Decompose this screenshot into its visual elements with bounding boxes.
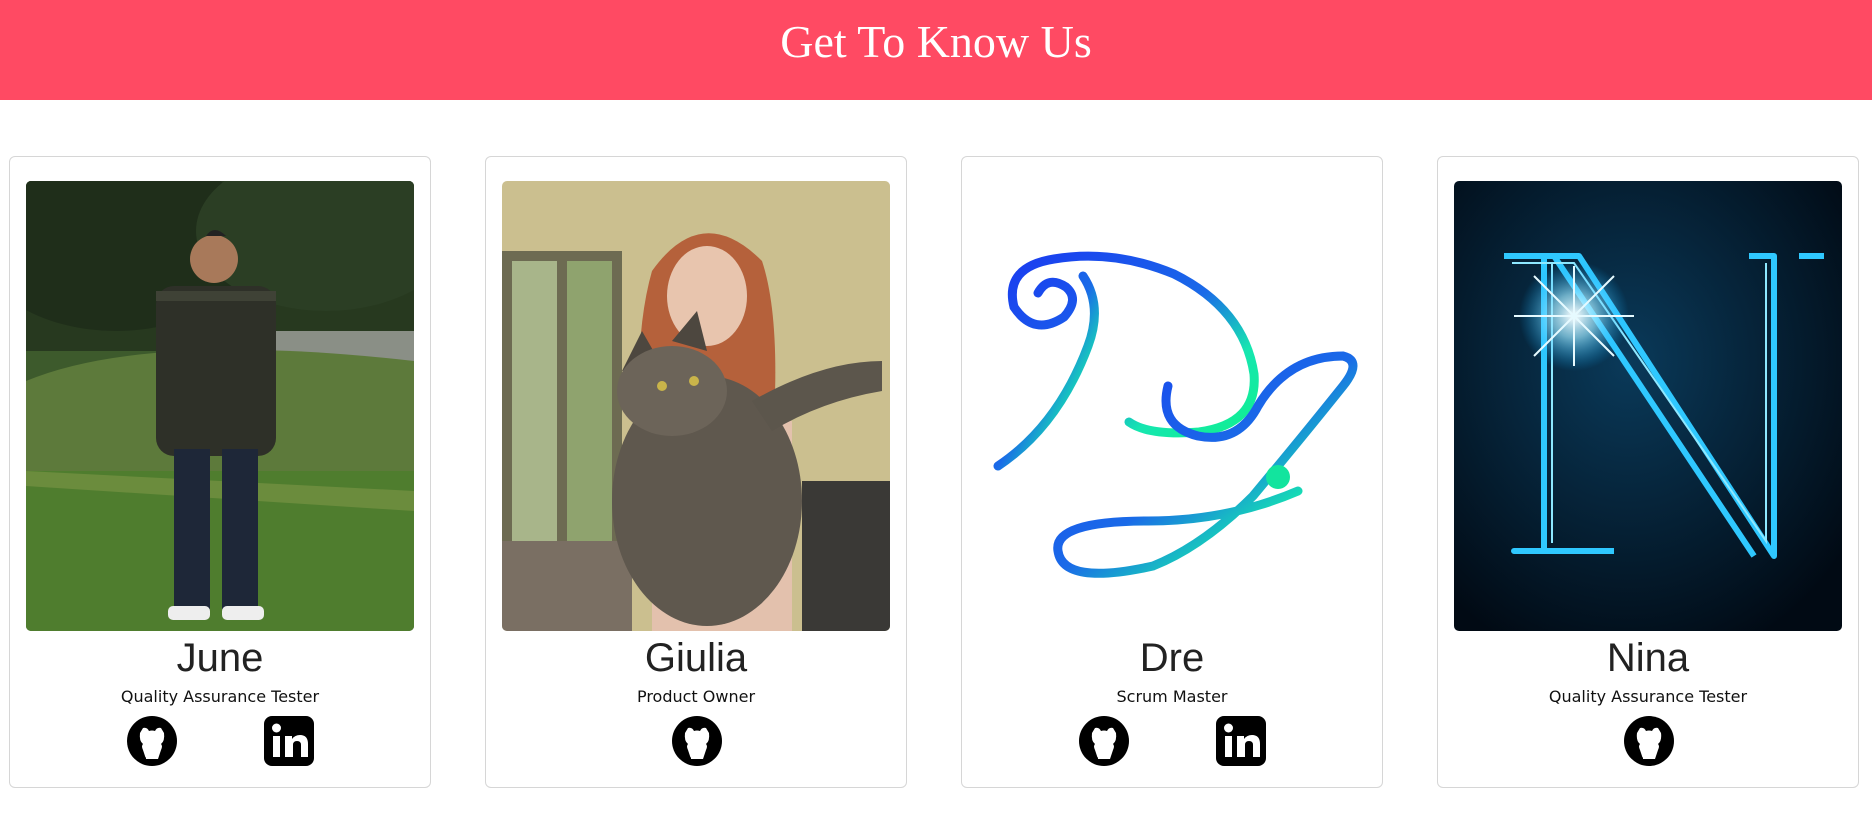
member-name: Giulia [644,636,748,680]
github-link[interactable] [1078,715,1130,767]
team-card-june: June Quality Assurance Tester [9,156,431,788]
profile-photo-dre [978,181,1366,631]
member-role: Product Owner [636,687,756,706]
linkedin-icon [264,716,314,766]
page-header: Get To Know Us [0,0,1872,100]
linkedin-link[interactable] [263,715,315,767]
profile-photo-giulia [502,181,890,631]
team-card-nina: Nina Quality Assurance Tester [1437,156,1859,788]
github-icon [127,716,177,766]
github-icon [672,716,722,766]
github-icon [1624,716,1674,766]
github-link[interactable] [126,715,178,767]
profile-photo-june [26,181,414,631]
team-card-giulia: Giulia Product Owner [485,156,907,788]
member-role: Scrum Master [1116,687,1228,706]
github-icon [1079,716,1129,766]
member-name: June [176,636,264,680]
page-title: Get To Know Us [780,16,1092,67]
member-name: Nina [1606,636,1690,680]
member-role: Quality Assurance Tester [120,687,320,706]
github-link[interactable] [671,715,723,767]
member-name: Dre [1139,636,1205,680]
linkedin-icon [1216,716,1266,766]
github-link[interactable] [1623,715,1675,767]
linkedin-link[interactable] [1215,715,1267,767]
member-role: Quality Assurance Tester [1548,687,1748,706]
team-card-dre: Dre Scrum Master [961,156,1383,788]
profile-photo-nina [1454,181,1842,631]
